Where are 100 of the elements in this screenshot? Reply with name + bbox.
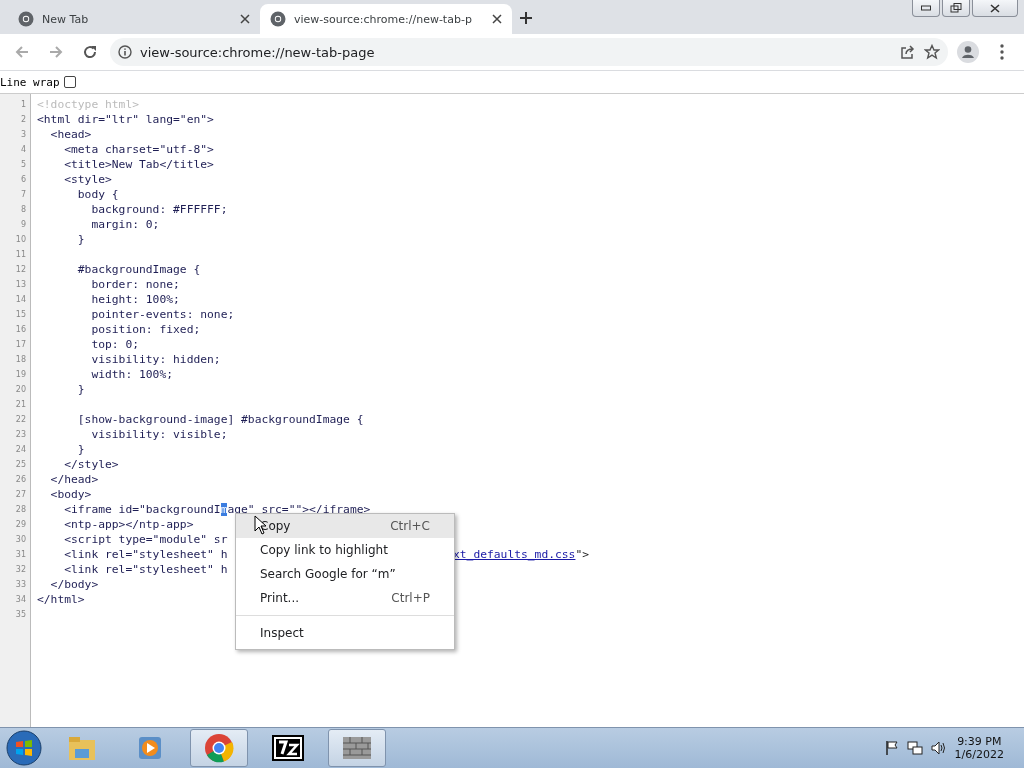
code-line: visibility: visible;: [90, 428, 228, 441]
code-line: body {: [76, 188, 119, 201]
brick-wall-icon: [342, 736, 372, 760]
line-number: 11: [14, 249, 27, 261]
profile-icon[interactable]: [957, 41, 979, 63]
line-number: 13: [14, 279, 27, 291]
play-icon[interactable]: [136, 734, 164, 762]
code-line: </head>: [49, 473, 99, 486]
archive-icon[interactable]: [272, 735, 304, 761]
menu-item[interactable]: Copy link to highlight: [236, 538, 454, 562]
line-number: 20: [14, 384, 27, 396]
code-line: border: none;: [90, 278, 180, 291]
star-icon[interactable]: [924, 44, 940, 60]
line-number: 16: [14, 324, 27, 336]
code-line: <style>: [63, 173, 112, 186]
code-line: position: fixed;: [90, 323, 201, 336]
line-number: 14: [14, 294, 27, 306]
close-icon: [990, 3, 1000, 13]
chrome-icon: [18, 11, 34, 27]
code-line: <html dir="ltr" lang="en">: [37, 113, 214, 126]
chrome-icon: [270, 11, 286, 27]
code-line: <script type="module" sr: [63, 533, 228, 546]
flag-icon[interactable]: [884, 740, 899, 756]
clock[interactable]: 9:39 PM 1/6/2022: [954, 735, 1004, 761]
line-number: 33: [14, 579, 27, 591]
line-number: 25: [14, 459, 27, 471]
line-number: 32: [14, 564, 27, 576]
code-line: }: [76, 383, 85, 396]
line-number: 28: [14, 504, 27, 516]
line-number: 27: [14, 489, 27, 501]
code-line: visibility: hidden;: [90, 353, 221, 366]
network-icon[interactable]: [906, 740, 923, 756]
line-number: 18: [14, 354, 27, 366]
code-line: </body>: [49, 578, 99, 591]
code-line: margin: 0;: [90, 218, 160, 231]
line-number: 10: [14, 234, 27, 246]
menu-item[interactable]: Search Google for “m”: [236, 562, 454, 586]
new-tab-icon[interactable]: [519, 11, 533, 25]
code-line: [show-background-image] #backgroundImage {: [76, 413, 364, 426]
url-text[interactable]: view-source:chrome://new-tab-page: [140, 44, 375, 60]
start-button[interactable]: [6, 730, 42, 766]
code-line: background: #FFFFFF;: [90, 203, 228, 216]
reload-icon[interactable]: [82, 44, 98, 60]
chrome-icon: [204, 733, 234, 763]
share-icon[interactable]: [900, 44, 916, 60]
line-number: 35: [14, 609, 27, 621]
code-line: xt_defaults_md.css">: [453, 547, 590, 562]
wall-taskbar-button[interactable]: [328, 729, 386, 767]
restore-button[interactable]: [942, 0, 970, 17]
line-number: 17: [14, 339, 27, 351]
chrome-taskbar-button[interactable]: [190, 729, 248, 767]
menu-icon[interactable]: [1000, 44, 1004, 60]
code-line: <body>: [49, 488, 92, 501]
line-number: 15: [14, 309, 27, 321]
close-button[interactable]: [972, 0, 1018, 17]
line-number: 4: [19, 144, 27, 156]
line-number: 12: [14, 264, 27, 276]
info-icon[interactable]: [118, 45, 132, 59]
close-icon[interactable]: [492, 14, 502, 24]
code-line: pointer-events: none;: [90, 308, 235, 321]
line-number: 8: [19, 204, 27, 216]
code-line: top: 0;: [90, 338, 140, 351]
code-line: </style>: [63, 458, 119, 471]
code-line: <link rel="stylesheet" h: [63, 563, 228, 576]
menu-item[interactable]: Print... Ctrl+P: [236, 586, 454, 610]
code-line: <head>: [49, 128, 92, 141]
line-number: 26: [14, 474, 27, 486]
close-icon[interactable]: [240, 14, 250, 24]
line-number: 5: [19, 159, 27, 171]
code-line: height: 100%;: [90, 293, 180, 306]
code-line: <link rel="stylesheet" h: [63, 548, 228, 561]
line-number: 31: [14, 549, 27, 561]
code-line: <!doctype html>: [37, 98, 140, 111]
line-number: 24: [14, 444, 27, 456]
line-number: 2: [19, 114, 27, 126]
browser-tab[interactable]: New Tab: [8, 4, 260, 34]
code-line: }: [76, 443, 85, 456]
speaker-icon[interactable]: [930, 740, 947, 756]
line-number: 7: [19, 189, 27, 201]
stylesheet-link[interactable]: xt_defaults_md.css: [453, 548, 576, 561]
code-line: <meta charset="utf-8">: [63, 143, 214, 156]
line-number: 6: [19, 174, 27, 186]
menu-item[interactable]: Inspect: [236, 621, 454, 645]
line-number: 3: [19, 129, 27, 141]
line-number: 23: [14, 429, 27, 441]
address-bar[interactable]: view-source:chrome://new-tab-page: [110, 38, 948, 66]
line-wrap-checkbox[interactable]: [63, 76, 76, 88]
code-line: }: [76, 233, 85, 246]
line-number: 22: [14, 414, 27, 426]
line-number: 19: [14, 369, 27, 381]
line-wrap-label: Line wrap: [0, 75, 60, 89]
browser-tab[interactable]: view-source:chrome://new-tab-p: [260, 4, 512, 34]
code-line: <ntp-app></ntp-app>: [63, 518, 194, 531]
line-number: 34: [14, 594, 27, 606]
minimize-icon: [921, 5, 931, 11]
line-number: 21: [14, 399, 27, 411]
line-number: 30: [14, 534, 27, 546]
line-number: 29: [14, 519, 27, 531]
code-line: </html>: [37, 593, 85, 606]
line-number: 9: [19, 219, 27, 231]
